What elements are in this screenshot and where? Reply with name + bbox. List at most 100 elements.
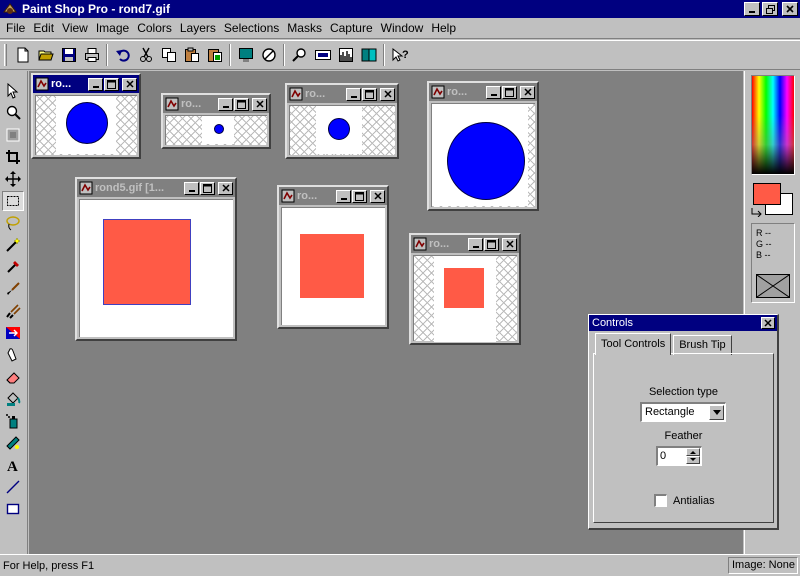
color-replacer-tool[interactable] [2,323,24,343]
toolbar-grip[interactable] [4,44,7,66]
image-window[interactable]: ro... [161,93,271,149]
menu-capture[interactable]: Capture [326,21,377,35]
close-button[interactable] [761,317,775,329]
dropdown-arrow-button[interactable] [709,405,724,420]
close-button[interactable] [370,189,385,203]
save-button[interactable] [57,44,80,66]
menu-selections[interactable]: Selections [220,21,283,35]
close-button[interactable] [380,87,395,101]
image-canvas[interactable] [413,255,517,342]
airbrush-tool[interactable] [2,411,24,431]
minimize-button[interactable] [336,189,351,203]
zoom-tool[interactable] [2,103,24,123]
deformation-tool[interactable] [2,125,24,145]
feather-stepper[interactable]: 0 [656,446,702,466]
image-window-title-bar[interactable]: ro... [33,75,139,93]
clone-brush-tool[interactable] [2,301,24,321]
eraser-tool[interactable] [2,367,24,387]
minimize-button[interactable] [184,181,199,195]
menu-colors[interactable]: Colors [133,21,176,35]
image-window[interactable]: ro... [31,73,141,159]
minimize-button[interactable] [468,237,483,251]
copy-button[interactable] [157,44,180,66]
maximize-button[interactable] [200,181,215,195]
menu-window[interactable]: Window [377,21,428,35]
close-button[interactable] [502,237,517,251]
image-window-title-bar[interactable]: ro... [279,187,387,205]
freehand-tool[interactable] [2,213,24,233]
image-canvas[interactable] [165,115,267,145]
selection-type-dropdown[interactable]: Rectangle [640,402,726,422]
image-canvas[interactable] [281,207,385,325]
spin-down-button[interactable] [686,456,700,464]
color-spectrum[interactable] [751,75,795,175]
minimize-button[interactable] [218,97,233,111]
image-window-title-bar[interactable]: rond5.gif [1... [77,179,235,197]
spin-up-button[interactable] [686,448,700,456]
menu-masks[interactable]: Masks [283,21,326,35]
text-tool[interactable]: A [2,455,24,475]
maximize-button[interactable] [502,85,517,99]
zoom-button[interactable] [288,44,311,66]
menu-layers[interactable]: Layers [176,21,220,35]
close-button[interactable] [122,77,137,91]
restore-button[interactable] [762,2,778,16]
close-button[interactable] [218,181,233,195]
mover-tool[interactable] [2,169,24,189]
minimize-button[interactable] [744,2,760,16]
image-window[interactable]: ro... [427,81,539,211]
tab-tool-controls[interactable]: Tool Controls [595,333,672,355]
overview-button[interactable] [311,44,334,66]
image-canvas[interactable] [35,95,137,155]
full-screen-button[interactable] [234,44,257,66]
picture-tube-tool[interactable] [2,433,24,453]
selection-tool[interactable] [2,191,24,211]
close-button[interactable] [782,2,798,16]
menu-view[interactable]: View [58,21,92,35]
antialias-label[interactable]: Antialias [673,495,715,507]
flood-fill-tool[interactable] [2,389,24,409]
cut-button[interactable] [134,44,157,66]
image-window[interactable]: rond5.gif [1... [75,177,237,341]
close-button[interactable] [520,85,535,99]
retouch-tool[interactable] [2,345,24,365]
new-button[interactable] [11,44,34,66]
image-window[interactable]: ro... [409,233,521,345]
arrow-tool[interactable] [2,81,24,101]
minimize-button[interactable] [486,85,501,99]
maximize-button[interactable] [484,237,499,251]
image-window[interactable]: ro... [285,83,399,159]
feather-value[interactable]: 0 [660,450,666,462]
image-window-title-bar[interactable]: ro... [429,83,537,101]
controls-title-bar[interactable]: Controls [589,315,777,331]
shapes-tool[interactable] [2,499,24,519]
image-window-title-bar[interactable]: ro... [287,85,397,103]
antialias-option[interactable]: Antialias [654,494,715,507]
magic-wand-tool[interactable] [2,235,24,255]
tab-brush-tip[interactable]: Brush Tip [673,335,732,355]
histogram-button[interactable] [334,44,357,66]
maximize-button[interactable] [104,77,119,91]
line-tool[interactable] [2,477,24,497]
paintbrush-tool[interactable] [2,279,24,299]
antialias-checkbox[interactable] [654,494,667,507]
maximize-button[interactable] [234,97,249,111]
minimize-button[interactable] [88,77,103,91]
context-help-button[interactable]: ? [388,44,411,66]
menu-edit[interactable]: Edit [29,21,58,35]
maximize-button[interactable] [352,189,367,203]
minimize-button[interactable] [346,87,361,101]
crop-tool[interactable] [2,147,24,167]
image-canvas[interactable] [289,105,395,155]
normal-viewing-button[interactable] [257,44,280,66]
open-button[interactable] [34,44,57,66]
image-canvas[interactable] [79,199,233,337]
foreground-color-swatch[interactable] [753,183,781,205]
menu-image[interactable]: Image [92,21,133,35]
image-window-title-bar[interactable]: ro... [411,235,519,253]
image-window[interactable]: ro... [277,185,389,329]
paste-as-new-button[interactable] [203,44,226,66]
swap-colors-icon[interactable] [751,207,763,217]
print-button[interactable] [80,44,103,66]
image-window-title-bar[interactable]: ro... [163,95,269,113]
